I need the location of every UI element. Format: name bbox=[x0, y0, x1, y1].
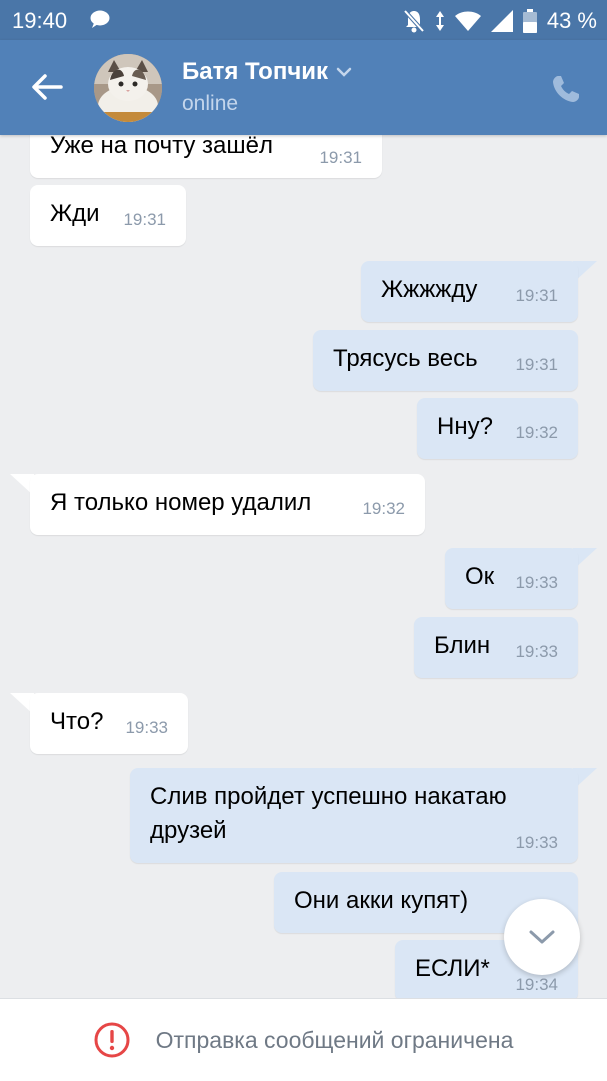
mute-bell-icon bbox=[403, 9, 425, 33]
contact-name[interactable]: Батя Топчик bbox=[182, 58, 352, 86]
chevron-down-icon bbox=[336, 67, 352, 77]
data-arrows-icon bbox=[435, 11, 444, 31]
message-incoming[interactable]: Что? 19:33 bbox=[30, 693, 188, 754]
message-time: 19:33 bbox=[125, 718, 168, 737]
status-time: 19:40 bbox=[12, 8, 68, 33]
chevron-down-icon bbox=[529, 930, 555, 944]
phone-icon[interactable] bbox=[551, 74, 581, 104]
chat-notification-icon bbox=[90, 10, 110, 28]
message-time: 19:32 bbox=[515, 423, 558, 442]
message-outgoing[interactable]: Ок 19:33 bbox=[445, 548, 578, 609]
battery-icon bbox=[522, 9, 537, 33]
contact-status: online bbox=[182, 92, 239, 115]
scroll-down-button[interactable] bbox=[504, 899, 580, 975]
contact-name-label: Батя Топчик bbox=[182, 58, 329, 85]
message-incoming[interactable]: Жди 19:31 bbox=[30, 185, 186, 246]
message-outgoing[interactable]: Блин 19:33 bbox=[414, 617, 578, 678]
message-time: 19:33 bbox=[515, 833, 558, 852]
message-time: 19:31 bbox=[319, 148, 362, 167]
message-outgoing[interactable]: Трясусь весь 19:31 bbox=[313, 330, 578, 391]
message-text: Слив пройдет успешно накатаю друзей bbox=[150, 783, 507, 844]
restriction-notice: Отправка сообщений ограничена bbox=[155, 1026, 514, 1053]
message-outgoing[interactable]: Жжжжду 19:31 bbox=[361, 261, 578, 322]
exclamation-circle-icon bbox=[94, 1022, 130, 1058]
wifi-icon bbox=[454, 11, 481, 31]
message-time: 19:31 bbox=[515, 286, 558, 305]
message-time: 19:33 bbox=[515, 573, 558, 592]
message-incoming[interactable]: Уже на почту зашёл 19:31 bbox=[30, 135, 382, 178]
message-time: 19:32 bbox=[362, 499, 405, 518]
message-incoming[interactable]: Я только номер удалил 19:32 bbox=[30, 474, 425, 535]
message-outgoing[interactable]: Слив пройдет успешно накатаю друзей 19:3… bbox=[130, 768, 578, 863]
message-time: 19:31 bbox=[123, 210, 166, 229]
battery-percent: 43 % bbox=[546, 8, 597, 33]
message-text: Уже на почту зашёл bbox=[50, 135, 273, 159]
message-time: 19:34 bbox=[515, 975, 558, 994]
cat-avatar-image bbox=[94, 54, 162, 122]
messaging-restricted-bar: Отправка сообщений ограничена bbox=[0, 998, 607, 1081]
status-icons: 43 % bbox=[403, 8, 597, 34]
chat-header: Батя Топчик online bbox=[0, 40, 607, 135]
avatar[interactable] bbox=[94, 54, 162, 122]
message-list[interactable]: Уже на почту зашёл 19:31 Жди 19:31 Жжжжд… bbox=[0, 135, 607, 998]
message-text: Я только номер удалил bbox=[50, 489, 312, 516]
status-bar: 19:40 43 % bbox=[0, 0, 607, 40]
message-outgoing[interactable]: Нну? 19:32 bbox=[417, 398, 578, 459]
signal-icon bbox=[490, 10, 513, 32]
arrow-left-icon[interactable] bbox=[30, 70, 64, 104]
message-time: 19:33 bbox=[515, 642, 558, 661]
message-time: 19:31 bbox=[515, 355, 558, 374]
